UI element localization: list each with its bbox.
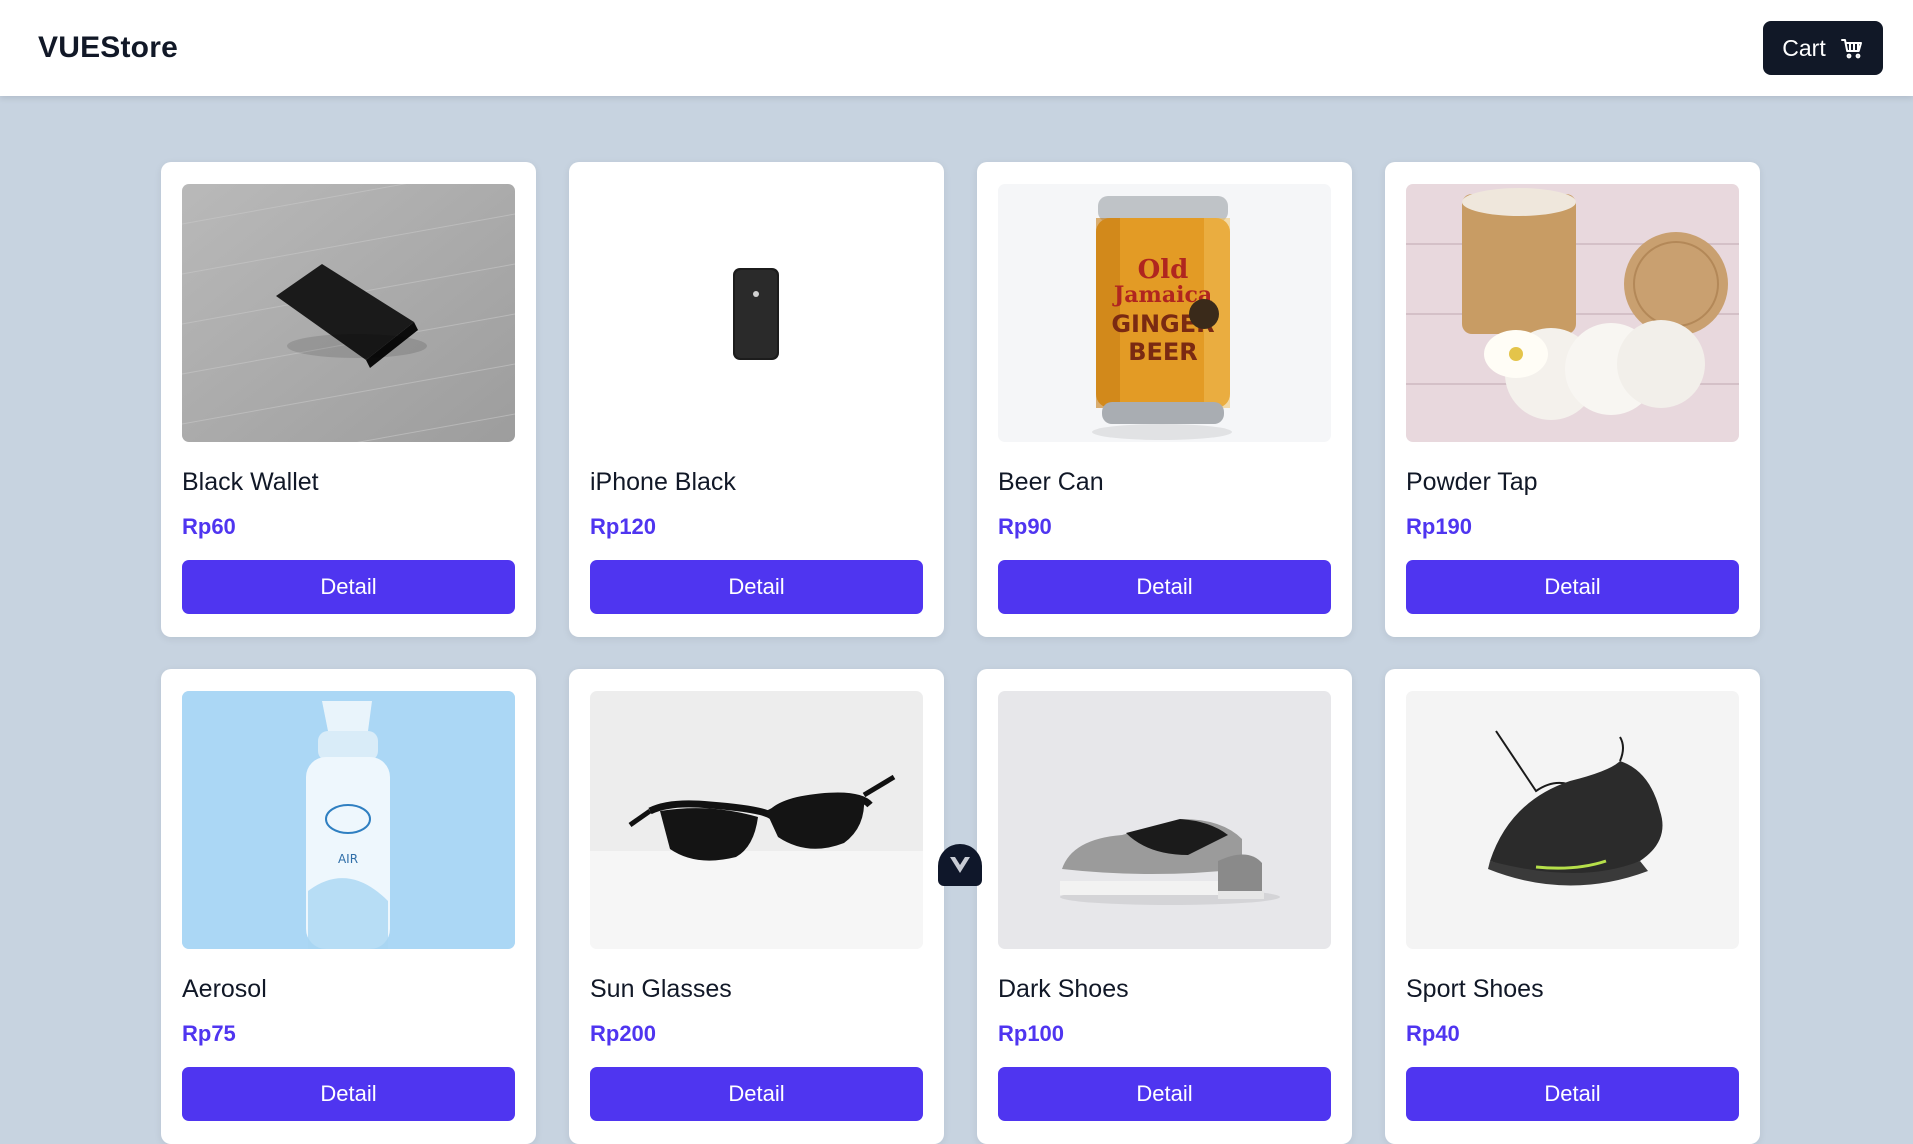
beer-can-photo: Old Jamaica GINGER BEER xyxy=(998,184,1331,442)
navbar: VUEStore Cart xyxy=(0,0,1913,96)
product-price: Rp60 xyxy=(182,514,236,539)
product-name: Sport Shoes xyxy=(1406,975,1544,1003)
aerosol-photo: AIR xyxy=(182,691,515,949)
product-card: Old Jamaica GINGER BEER Beer Can Rp90 De… xyxy=(977,162,1352,637)
svg-text:BEER: BEER xyxy=(1128,338,1198,366)
product-price: Rp200 xyxy=(590,1021,657,1046)
product-card: Sun Glasses Rp200 Detail xyxy=(569,669,944,1144)
product-price: Rp120 xyxy=(590,514,657,539)
product-card: Dark Shoes Rp100 Detail xyxy=(977,669,1352,1144)
cart-button[interactable]: Cart xyxy=(1763,21,1883,75)
wallet-photo xyxy=(182,184,515,442)
cart-icon xyxy=(1840,39,1862,59)
product-card: AIR Aerosol Rp75 Detail xyxy=(161,669,536,1144)
detail-button[interactable]: Detail xyxy=(998,1067,1331,1121)
detail-button[interactable]: Detail xyxy=(590,1067,923,1121)
product-price: Rp100 xyxy=(998,1021,1065,1046)
detail-button[interactable]: Detail xyxy=(1406,560,1739,614)
vue-devtools-icon[interactable] xyxy=(938,844,982,886)
product-price: Rp190 xyxy=(1406,514,1473,539)
product-name: iPhone Black xyxy=(590,468,736,496)
product-price: Rp90 xyxy=(998,514,1052,539)
detail-button[interactable]: Detail xyxy=(998,560,1331,614)
product-name: Sun Glasses xyxy=(590,975,732,1003)
cart-button-label: Cart xyxy=(1782,34,1826,61)
detail-button[interactable]: Detail xyxy=(182,1067,515,1121)
sport-shoes-photo xyxy=(1406,691,1739,949)
product-card: iPhone Black Rp120 Detail xyxy=(569,162,944,637)
product-card: Sport Shoes Rp40 Detail xyxy=(1385,669,1760,1144)
product-name: Black Wallet xyxy=(182,468,319,496)
svg-text:Old: Old xyxy=(1138,255,1189,285)
product-card: Black Wallet Rp60 Detail xyxy=(161,162,536,637)
svg-text:AIR: AIR xyxy=(338,852,358,866)
product-grid: Black Wallet Rp60 Detail iPhone Black Rp… xyxy=(161,162,1760,1144)
detail-button[interactable]: Detail xyxy=(182,560,515,614)
detail-button[interactable]: Detail xyxy=(1406,1067,1739,1121)
product-name: Beer Can xyxy=(998,468,1104,496)
dark-shoes-photo xyxy=(998,691,1331,949)
product-price: Rp75 xyxy=(182,1021,236,1046)
brand-logo[interactable]: VUEStore xyxy=(38,31,178,65)
iphone-photo xyxy=(590,184,923,442)
product-name: Powder Tap xyxy=(1406,468,1538,496)
sunglasses-photo xyxy=(590,691,923,949)
detail-button[interactable]: Detail xyxy=(590,560,923,614)
product-name: Aerosol xyxy=(182,975,267,1003)
product-card: Powder Tap Rp190 Detail xyxy=(1385,162,1760,637)
powder-tap-photo xyxy=(1406,184,1739,442)
product-name: Dark Shoes xyxy=(998,975,1129,1003)
product-price: Rp40 xyxy=(1406,1021,1460,1046)
